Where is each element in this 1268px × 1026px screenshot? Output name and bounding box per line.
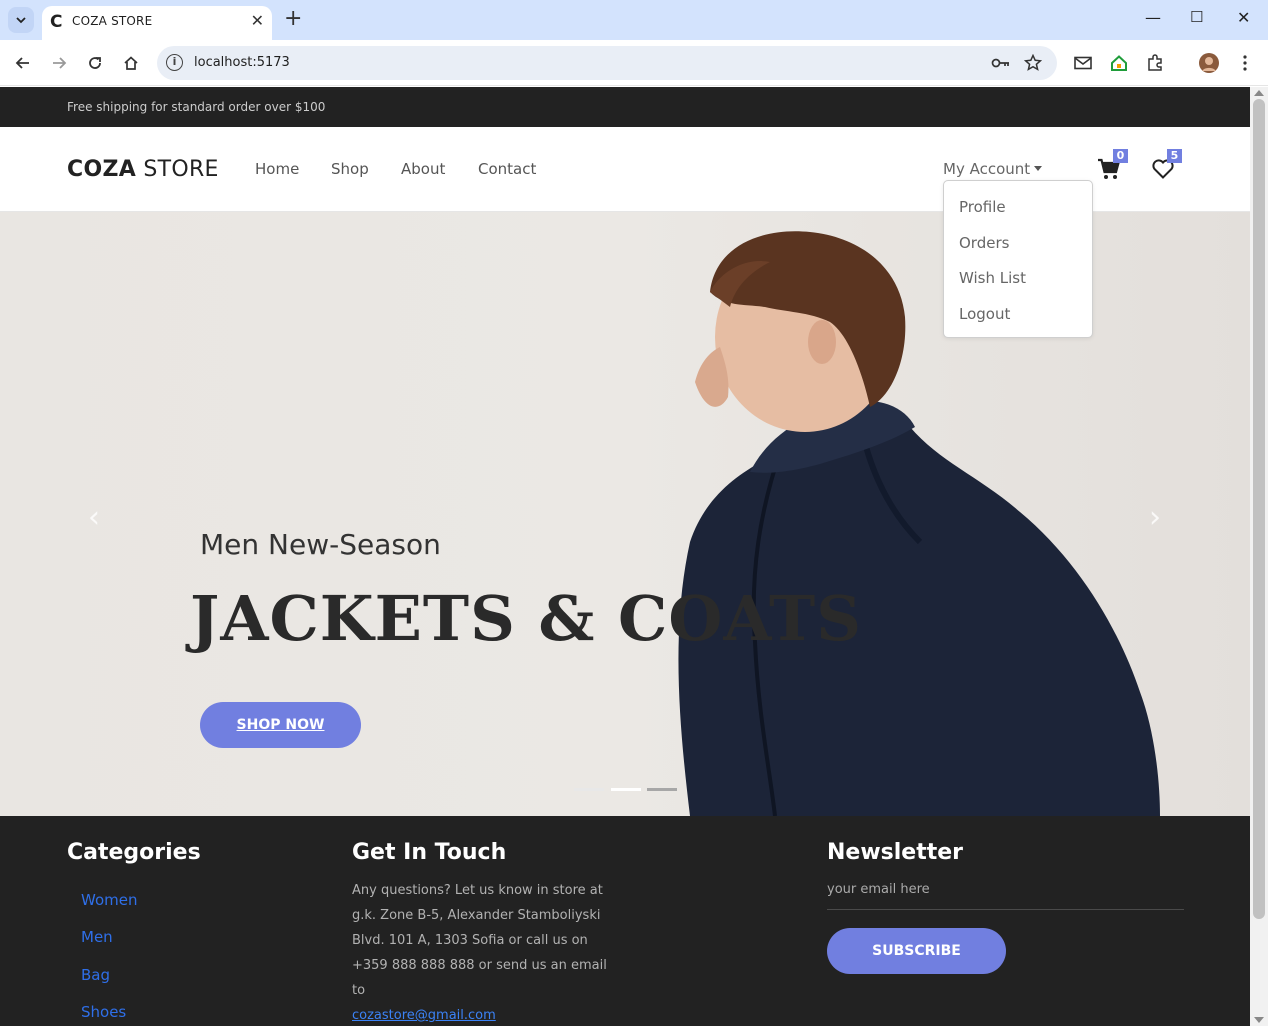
dropdown-profile[interactable]: Profile xyxy=(959,198,1006,216)
browser-tab[interactable]: C COZA STORE ✕ xyxy=(42,6,272,40)
logo-bold: COZA xyxy=(67,157,137,182)
reload-icon xyxy=(89,57,101,69)
subscribe-label: SUBSCRIBE xyxy=(872,943,961,959)
site-logo[interactable]: COZA STORE xyxy=(67,157,219,182)
nav-home[interactable]: Home xyxy=(255,160,299,178)
url-text: localhost:5173 xyxy=(194,55,290,70)
category-bag-link[interactable]: Bag xyxy=(81,966,110,984)
wishlist-count-badge: 5 xyxy=(1167,149,1182,163)
slider-prev-icon[interactable]: ‹ xyxy=(88,500,100,535)
browser-menu-icon[interactable] xyxy=(1233,51,1257,75)
close-window-button[interactable]: ✕ xyxy=(1237,8,1250,27)
wishlist-button[interactable]: 5 xyxy=(1151,149,1182,186)
contact-text: Any questions? Let us know in store at g… xyxy=(352,883,607,998)
free-shipping-text: Free shipping for standard order over $1… xyxy=(67,100,326,114)
home-button[interactable] xyxy=(119,51,143,75)
forward-button[interactable] xyxy=(47,51,71,75)
shop-now-button[interactable]: SHOP NOW xyxy=(200,702,361,748)
promo-topbar: Free shipping for standard order over $1… xyxy=(0,87,1250,127)
category-men-link[interactable]: Men xyxy=(81,928,113,946)
contact-email-link[interactable]: cozastore@gmail.com xyxy=(352,1008,496,1023)
address-bar[interactable]: i localhost:5173 xyxy=(157,46,1057,80)
mail-extension-icon[interactable] xyxy=(1071,51,1095,75)
nav-contact[interactable]: Contact xyxy=(478,160,536,178)
page-scrollbar[interactable] xyxy=(1250,87,1268,1026)
cart-button[interactable]: 0 xyxy=(1097,149,1128,186)
category-shoes-link[interactable]: Shoes xyxy=(81,1003,126,1021)
account-dropdown-menu: Profile Orders Wish List Logout xyxy=(943,180,1093,338)
hero-subtitle: Men New-Season xyxy=(200,528,441,561)
slider-next-icon[interactable]: › xyxy=(1149,500,1161,535)
slider-dot-2[interactable] xyxy=(611,788,641,791)
browser-tab-strip: C COZA STORE ✕ + — ☐ ✕ xyxy=(0,0,1268,40)
slider-dot-1[interactable] xyxy=(574,788,604,791)
reload-button[interactable] xyxy=(83,51,107,75)
extensions-puzzle-icon[interactable] xyxy=(1143,51,1167,75)
site-footer: Categories Women Men Bag Shoes Get In To… xyxy=(0,816,1250,1026)
profile-avatar[interactable] xyxy=(1197,51,1221,75)
cart-count-badge: 0 xyxy=(1113,149,1128,163)
newsletter-input-underline xyxy=(827,909,1184,910)
back-button[interactable] xyxy=(11,51,35,75)
category-women-link[interactable]: Women xyxy=(81,891,137,909)
bookmark-star-icon[interactable] xyxy=(1021,51,1045,75)
my-account-label: My Account xyxy=(943,160,1031,178)
dropdown-wish-list[interactable]: Wish List xyxy=(959,269,1026,287)
newsletter-email-input[interactable]: your email here xyxy=(827,882,930,897)
tab-title: COZA STORE xyxy=(72,14,153,28)
logo-light: STORE xyxy=(136,157,219,182)
minimize-button[interactable]: — xyxy=(1145,8,1161,27)
dropdown-orders[interactable]: Orders xyxy=(959,234,1009,252)
arrow-left-icon xyxy=(15,57,29,69)
hero-title: JACKETS & COATS xyxy=(190,582,862,655)
password-key-icon[interactable] xyxy=(989,51,1013,75)
slider-dot-3[interactable] xyxy=(647,788,677,791)
scroll-thumb[interactable] xyxy=(1253,99,1265,919)
arrow-right-icon xyxy=(53,57,67,69)
browser-toolbar: i localhost:5173 xyxy=(0,40,1268,86)
contact-info: Any questions? Let us know in store at g… xyxy=(352,878,622,1026)
nav-about[interactable]: About xyxy=(401,160,445,178)
my-account-toggle[interactable]: My Account xyxy=(943,160,1043,178)
shop-now-label: SHOP NOW xyxy=(236,717,325,733)
dropdown-logout[interactable]: Logout xyxy=(959,305,1010,323)
home-icon xyxy=(124,56,138,70)
nav-shop[interactable]: Shop xyxy=(331,160,369,178)
get-in-touch-heading: Get In Touch xyxy=(352,840,507,865)
scroll-down-icon[interactable] xyxy=(1254,1017,1264,1023)
caret-down-icon xyxy=(1034,166,1043,171)
chevron-down-icon xyxy=(16,17,26,24)
new-tab-button[interactable]: + xyxy=(284,6,302,31)
hero-model-image xyxy=(678,231,1160,816)
scroll-up-icon[interactable] xyxy=(1254,90,1264,96)
tab-search-button[interactable] xyxy=(8,7,34,33)
maximize-button[interactable]: ☐ xyxy=(1190,8,1203,26)
newsletter-heading: Newsletter xyxy=(827,840,964,865)
coza-favicon-icon: C xyxy=(50,12,63,32)
page-viewport: Free shipping for standard order over $1… xyxy=(0,87,1250,1026)
home-extension-icon[interactable] xyxy=(1107,51,1131,75)
site-info-icon[interactable]: i xyxy=(166,54,183,71)
subscribe-button[interactable]: SUBSCRIBE xyxy=(827,928,1006,974)
categories-heading: Categories xyxy=(67,840,201,865)
close-tab-icon[interactable]: ✕ xyxy=(251,11,264,30)
